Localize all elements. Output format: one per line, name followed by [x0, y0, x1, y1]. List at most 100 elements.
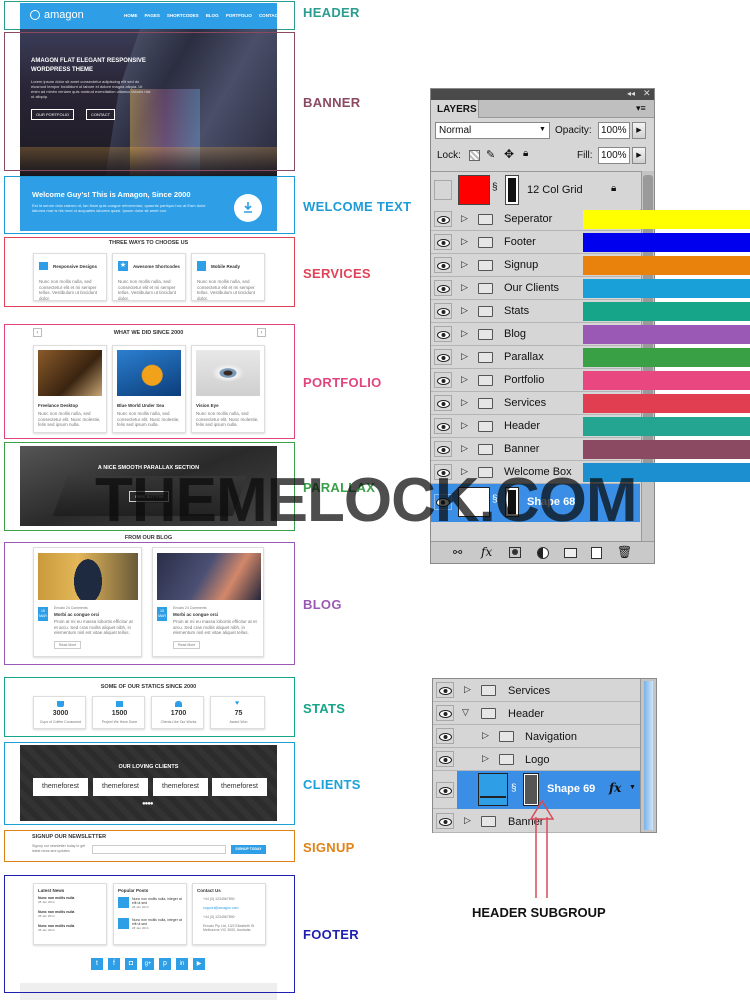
lock-position-icon[interactable]: ✥	[504, 147, 514, 161]
visibility-off-box[interactable]	[434, 180, 452, 200]
expand-arrow-icon[interactable]: ▷	[461, 351, 468, 362]
portfolio-outline	[4, 324, 295, 439]
eye-icon[interactable]	[436, 728, 454, 744]
opacity-label: Opacity:	[555, 125, 592, 136]
add-mask-icon[interactable]	[509, 547, 521, 558]
layer-name: Services	[504, 397, 547, 409]
new-layer-icon[interactable]	[591, 547, 602, 559]
layer-name: Shape 69	[547, 783, 596, 795]
folder-icon	[478, 260, 493, 271]
layer-row-grid[interactable]: § 12 Col Grid 🔒︎	[431, 172, 641, 210]
eye-icon[interactable]	[434, 395, 452, 411]
expand-arrow-icon[interactable]: ▷	[461, 397, 468, 408]
folder-icon	[499, 754, 514, 765]
folder-icon	[478, 421, 493, 432]
expand-arrow-icon[interactable]: ▷	[461, 236, 468, 247]
label-footer: FOOTER	[303, 927, 359, 942]
new-group-icon[interactable]	[564, 548, 577, 558]
eye-icon[interactable]	[436, 751, 454, 767]
eye-icon[interactable]	[434, 303, 452, 319]
annotation-arrow	[530, 799, 554, 898]
folder-icon	[478, 237, 493, 248]
expand-arrow-icon[interactable]: ▷	[461, 420, 468, 431]
expand-arrow-icon[interactable]: ▷	[461, 213, 468, 224]
layer-color-swatch	[583, 256, 750, 275]
expand-arrow-icon[interactable]: ▷	[482, 730, 489, 741]
eye-icon[interactable]	[436, 782, 454, 798]
eye-icon[interactable]	[434, 280, 452, 296]
layer-name: Stats	[504, 305, 530, 317]
label-services: SERVICES	[303, 266, 371, 281]
expand-arrow-icon[interactable]: ▷	[482, 753, 489, 764]
lock-icon: 🔒︎	[611, 183, 617, 194]
subgroup-scrollbar[interactable]	[640, 679, 656, 832]
eye-icon[interactable]	[434, 372, 452, 388]
layer-color-swatch	[583, 233, 750, 252]
fx-dropdown-icon[interactable]: ▼	[629, 784, 636, 791]
fill-arrow-button[interactable]: ▶	[632, 147, 646, 164]
expand-arrow-icon[interactable]: ▷	[464, 684, 471, 695]
label-header: HEADER	[303, 5, 360, 20]
close-icon[interactable]: ✕	[643, 88, 651, 99]
folder-icon	[478, 398, 493, 409]
fill-field[interactable]: 100%	[598, 147, 630, 164]
layer-row-header[interactable]: ▽ Header	[433, 702, 640, 725]
link-icon: §	[492, 182, 498, 193]
layer-row-logo[interactable]: ▷ Logo	[433, 748, 640, 771]
eye-icon[interactable]	[436, 813, 454, 829]
collapse-arrow-icon[interactable]: ▽	[462, 707, 469, 718]
lock-all-icon[interactable]: 🔒︎	[523, 148, 528, 159]
layer-color-swatch	[583, 302, 750, 321]
folder-icon	[478, 444, 493, 455]
expand-arrow-icon[interactable]: ▷	[464, 815, 471, 826]
folder-icon	[478, 329, 493, 340]
chevron-down-icon: ▼	[539, 126, 546, 133]
label-signup: SIGNUP	[303, 840, 355, 855]
mask-shape	[508, 178, 516, 202]
layer-row-services[interactable]: ▷ Services	[433, 679, 640, 702]
opacity-arrow-button[interactable]: ▶	[632, 122, 646, 139]
expand-arrow-icon[interactable]: ▷	[461, 282, 468, 293]
expand-arrow-icon[interactable]: ▷	[461, 374, 468, 385]
expand-arrow-icon[interactable]: ▷	[461, 305, 468, 316]
opacity-field[interactable]: 100%	[598, 122, 630, 139]
blog-outline	[4, 542, 295, 665]
link-icon: §	[511, 783, 517, 794]
layer-name: Services	[508, 685, 551, 697]
eye-icon[interactable]	[434, 234, 452, 250]
eye-icon[interactable]	[434, 418, 452, 434]
layer-color-swatch	[583, 348, 750, 367]
eye-icon[interactable]	[434, 211, 452, 227]
expand-arrow-icon[interactable]: ▷	[461, 259, 468, 270]
eye-icon[interactable]	[434, 349, 452, 365]
link-layers-icon[interactable]: ⚯	[453, 546, 462, 559]
folder-icon	[481, 685, 496, 696]
adjustment-layer-icon[interactable]	[537, 547, 549, 559]
expand-arrow-icon[interactable]: ▷	[461, 328, 468, 339]
layers-tab[interactable]: LAYERS	[431, 100, 479, 118]
trash-icon[interactable]: 🗑︎	[617, 545, 632, 559]
panel-menu-icon[interactable]: ▾≡	[636, 103, 646, 114]
eye-icon[interactable]	[434, 441, 452, 457]
eye-icon[interactable]	[434, 257, 452, 273]
caption: HEADER SUBGROUP	[472, 905, 606, 920]
layer-name: Footer	[504, 236, 536, 248]
eye-icon[interactable]	[436, 682, 454, 698]
fx-icon[interactable]: fx	[481, 545, 492, 559]
tabbar-strip	[479, 100, 654, 118]
layer-name: Blog	[504, 328, 527, 340]
lock-image-icon[interactable]: ✎	[486, 148, 495, 161]
eye-icon[interactable]	[436, 705, 454, 721]
expand-arrow-icon[interactable]: ▷	[461, 443, 468, 454]
layer-row-navigation[interactable]: ▷ Navigation	[433, 725, 640, 748]
label-clients: CLIENTS	[303, 777, 361, 792]
scroll-thumb[interactable]	[644, 681, 653, 830]
layer-color-swatch	[583, 417, 750, 436]
collapse-icon[interactable]: ◂◂	[627, 89, 635, 98]
fx-badge-icon[interactable]: fx	[609, 781, 621, 795]
eye-icon[interactable]	[434, 326, 452, 342]
header-outline	[4, 1, 295, 30]
blend-mode-select[interactable]: Normal ▼	[435, 122, 550, 139]
lock-transparent-icon[interactable]	[469, 150, 480, 161]
shape-thumbnail	[478, 773, 508, 806]
